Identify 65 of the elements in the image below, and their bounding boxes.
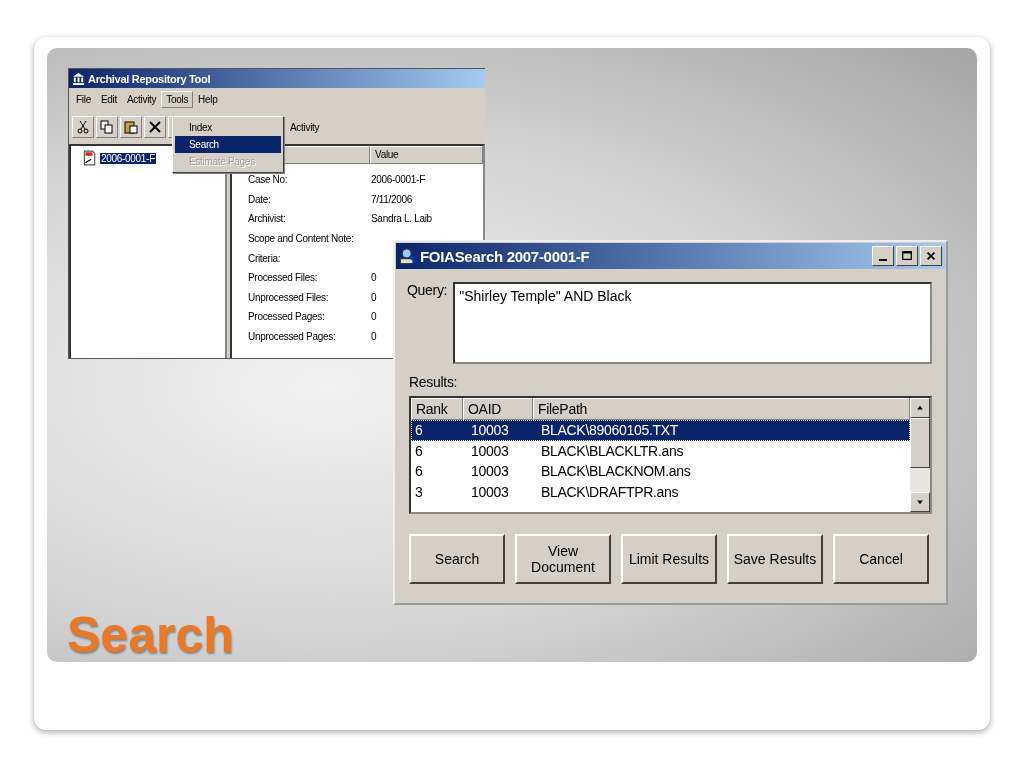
results-label: Results: [408,373,459,390]
result-row[interactable]: 6 10003 BLACK\BLACKNOM.ans [411,461,910,482]
property-name: Archivist: [248,213,287,225]
column-header[interactable]: OAID [463,398,533,420]
column-header[interactable]: FilePath [533,398,910,420]
dialog-button[interactable]: View Document [515,534,611,584]
close-icon [925,250,937,262]
property-value: 0 [371,331,377,343]
property-value: 0 [371,291,377,303]
menu-item[interactable]: Help [193,90,223,108]
toolbar-button[interactable] [96,116,118,138]
property-value: Sandra L. Laib [371,213,432,225]
property-name: Processed Pages: [248,311,326,323]
query-field[interactable]: "Shirley Temple" AND Black [453,282,932,364]
panel-title: Activity [290,121,320,133]
property-value: 7/11/2006 [371,193,413,205]
maximize-button[interactable] [896,246,918,266]
dialog-button[interactable]: Cancel [833,534,929,584]
property-name: Case No: [248,174,289,186]
menu-option[interactable]: Index [175,119,281,136]
minimize-button[interactable] [872,246,894,266]
slide-title: Search [67,610,234,660]
dialog-button[interactable]: Limit Results [621,534,717,584]
menu-item[interactable]: Tools [161,90,194,108]
property-name: Processed Files: [248,272,319,284]
property-value: 0 [371,311,377,323]
close-button[interactable] [920,246,942,266]
property-value: 0 [371,272,377,284]
scroll-up-button[interactable] [910,398,930,418]
result-row[interactable]: 6 10003 BLACK\BLACKLTR.ans [411,440,910,461]
menu-item[interactable]: Activity [121,90,162,108]
paste-icon [124,120,138,134]
magnifier-icon [399,247,417,265]
toolbar-button[interactable] [72,116,94,138]
property-name: Unprocessed Pages: [248,331,337,343]
column-header[interactable]: Rank [411,398,463,420]
window-title: Archival Repository Tool [88,72,211,85]
minimize-icon [879,259,887,261]
toolbar-button[interactable] [144,116,166,138]
dialog-title: FOIASearch 2007-0001-F [420,247,590,265]
menu-option[interactable]: Search [175,136,281,153]
scrollbar[interactable] [910,398,930,512]
dialog-button[interactable]: Search [409,534,505,584]
dialog-button[interactable]: Save Results [727,534,823,584]
scroll-thumb[interactable] [910,418,930,468]
building-icon [72,72,85,85]
property-name: Scope and Content Note: [248,233,355,245]
property-value: 2006-0001-F [371,174,425,186]
menu-item[interactable]: File [71,90,96,108]
query-label: Query: [407,282,448,300]
tree-item[interactable]: 2006-0001-F [100,152,156,164]
property-name: Criteria: [248,252,282,264]
cut-icon [76,120,90,134]
result-row[interactable]: 3 10003 BLACK\DRAFTPR.ans [411,481,910,502]
property-name: Unprocessed Files: [248,291,330,303]
copy-icon [100,120,114,134]
result-row[interactable]: 6 10003 BLACK\89060105.TXT [411,420,910,441]
document-icon [81,150,97,166]
delete-icon [148,120,162,134]
column-header[interactable]: Value [370,146,483,164]
property-name: Date: [248,193,272,205]
toolbar-button[interactable] [120,116,142,138]
menu-item[interactable]: Edit [95,90,122,108]
maximize-icon [901,250,913,262]
scroll-down-button[interactable] [910,492,930,512]
